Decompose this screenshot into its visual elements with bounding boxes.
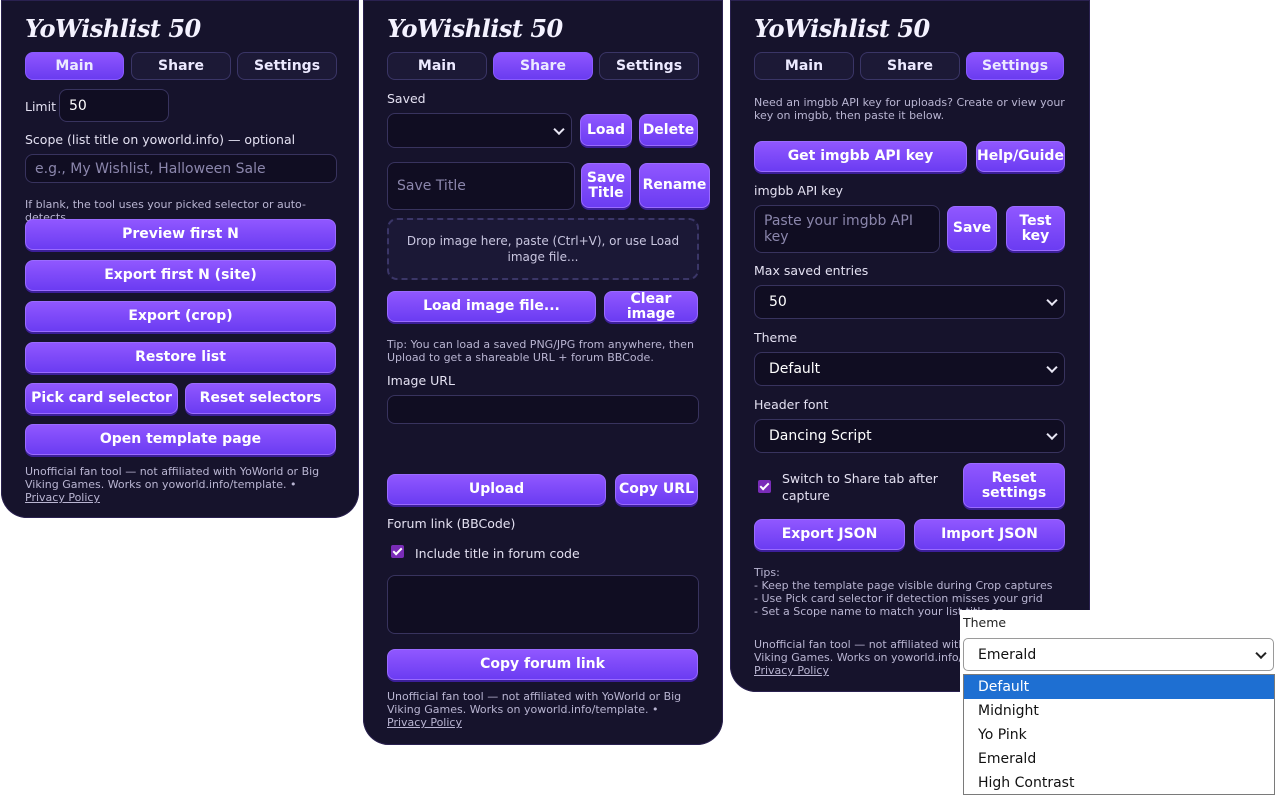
save-api-key-button[interactable]: Save xyxy=(947,206,997,251)
chevron-down-icon xyxy=(553,123,565,135)
reset-selectors-button[interactable]: Reset selectors xyxy=(185,383,336,414)
tab-share[interactable]: Share xyxy=(131,52,231,80)
chevron-down-icon xyxy=(1046,294,1058,307)
forum-link-label: Forum link (BBCode) xyxy=(387,516,516,531)
chevron-down-icon xyxy=(1255,647,1267,659)
tip-line: - Use Pick card selector if detection mi… xyxy=(754,592,1043,605)
main-panel: YoWishlist 50 Main Share Settings Limit … xyxy=(1,0,359,518)
test-key-button[interactable]: Test key xyxy=(1006,206,1065,251)
tip-line: - Keep the template page visible during … xyxy=(754,579,1053,592)
max-entries-select[interactable]: 50 xyxy=(754,285,1065,319)
save-title-input[interactable]: Save Title xyxy=(387,162,575,210)
theme-dropdown-popup: Theme Emerald Default Midnight Yo Pink E… xyxy=(960,610,1280,800)
theme-option-midnight[interactable]: Midnight xyxy=(964,699,1274,723)
share-panel: YoWishlist 50 Main Share Settings Saved … xyxy=(363,0,723,745)
settings-panel: YoWishlist 50 Main Share Settings Need a… xyxy=(730,0,1090,692)
theme-options-list: Default Midnight Yo Pink Emerald High Co… xyxy=(963,674,1275,795)
image-url-input[interactable] xyxy=(387,395,699,424)
tab-main[interactable]: Main xyxy=(25,52,124,80)
save-title-button[interactable]: Save Title xyxy=(581,163,631,208)
include-title-label: Include title in forum code xyxy=(415,546,580,561)
tips-header: Tips: xyxy=(754,566,780,579)
upload-button[interactable]: Upload xyxy=(387,474,606,505)
limit-label: Limit xyxy=(25,99,56,114)
limit-input[interactable]: 50 xyxy=(59,89,169,122)
chevron-down-icon xyxy=(1046,428,1058,441)
load-image-file-button[interactable]: Load image file... xyxy=(387,291,596,322)
api-key-input[interactable]: Paste your imgbb API key xyxy=(754,205,940,253)
saved-select[interactable] xyxy=(387,113,572,148)
theme-label: Theme xyxy=(754,330,798,345)
switch-share-checkbox[interactable] xyxy=(758,480,771,493)
privacy-policy-link[interactable]: Privacy Policy xyxy=(387,716,462,729)
forum-code-textarea[interactable] xyxy=(387,575,699,634)
help-guide-button[interactable]: Help/Guide xyxy=(976,141,1065,172)
theme-dropdown-select[interactable]: Emerald xyxy=(963,638,1274,671)
tab-share[interactable]: Share xyxy=(860,52,960,80)
privacy-policy-link[interactable]: Privacy Policy xyxy=(25,491,100,504)
tab-main[interactable]: Main xyxy=(387,52,487,80)
max-entries-label: Max saved entries xyxy=(754,263,869,278)
tab-settings[interactable]: Settings xyxy=(237,52,337,80)
api-key-label: imgbb API key xyxy=(754,183,844,198)
theme-select[interactable]: Default xyxy=(754,352,1065,386)
get-api-key-button[interactable]: Get imgbb API key xyxy=(754,141,967,172)
restore-list-button[interactable]: Restore list xyxy=(25,342,336,373)
chevron-down-icon xyxy=(1046,361,1058,374)
rename-button[interactable]: Rename xyxy=(639,163,710,208)
export-site-button[interactable]: Export first N (site) xyxy=(25,260,336,291)
theme-option-default[interactable]: Default xyxy=(964,675,1274,699)
header-font-label: Header font xyxy=(754,397,829,412)
delete-button[interactable]: Delete xyxy=(639,114,698,146)
open-template-button[interactable]: Open template page xyxy=(25,424,336,455)
export-crop-button[interactable]: Export (crop) xyxy=(25,301,336,332)
theme-option-yo-pink[interactable]: Yo Pink xyxy=(964,723,1274,747)
clear-image-button[interactable]: Clear image xyxy=(604,291,698,322)
reset-settings-button[interactable]: Reset settings xyxy=(963,463,1065,508)
share-tip: Tip: You can load a saved PNG/JPG from a… xyxy=(387,338,694,364)
scope-input[interactable]: e.g., My Wishlist, Halloween Sale xyxy=(25,154,337,183)
copy-url-button[interactable]: Copy URL xyxy=(615,474,698,505)
export-json-button[interactable]: Export JSON xyxy=(754,519,905,550)
copy-forum-link-button[interactable]: Copy forum link xyxy=(387,649,698,680)
app-title: YoWishlist 50 xyxy=(25,14,201,43)
api-intro: Need an imgbb API key for uploads? Creat… xyxy=(754,96,1065,122)
import-json-button[interactable]: Import JSON xyxy=(914,519,1065,550)
tab-settings[interactable]: Settings xyxy=(966,52,1064,80)
include-title-checkbox[interactable] xyxy=(391,545,404,558)
app-title: YoWishlist 50 xyxy=(387,14,563,43)
load-button[interactable]: Load xyxy=(580,114,632,146)
header-font-select[interactable]: Dancing Script xyxy=(754,419,1065,453)
switch-share-label: Switch to Share tab after capture xyxy=(782,471,938,503)
pick-card-selector-button[interactable]: Pick card selector xyxy=(25,383,178,414)
theme-option-emerald[interactable]: Emerald xyxy=(964,747,1274,771)
theme-option-high-contrast[interactable]: High Contrast xyxy=(964,771,1274,795)
app-title: YoWishlist 50 xyxy=(754,14,930,43)
privacy-policy-link[interactable]: Privacy Policy xyxy=(754,664,829,677)
preview-button[interactable]: Preview first N xyxy=(25,219,336,250)
image-dropzone[interactable]: Drop image here, paste (Ctrl+V), or use … xyxy=(387,218,699,280)
saved-label: Saved xyxy=(387,91,426,106)
tab-share[interactable]: Share xyxy=(493,52,593,80)
image-url-label: Image URL xyxy=(387,373,455,388)
scope-label: Scope (list title on yoworld.info) — opt… xyxy=(25,132,296,147)
footer-note: Unofficial fan tool — not affiliated wit… xyxy=(387,690,682,729)
theme-dropdown-label: Theme xyxy=(963,615,1007,630)
footer-note: Unofficial fan tool — not affiliated wit… xyxy=(25,465,320,504)
tab-main[interactable]: Main xyxy=(754,52,854,80)
tab-settings[interactable]: Settings xyxy=(599,52,699,80)
